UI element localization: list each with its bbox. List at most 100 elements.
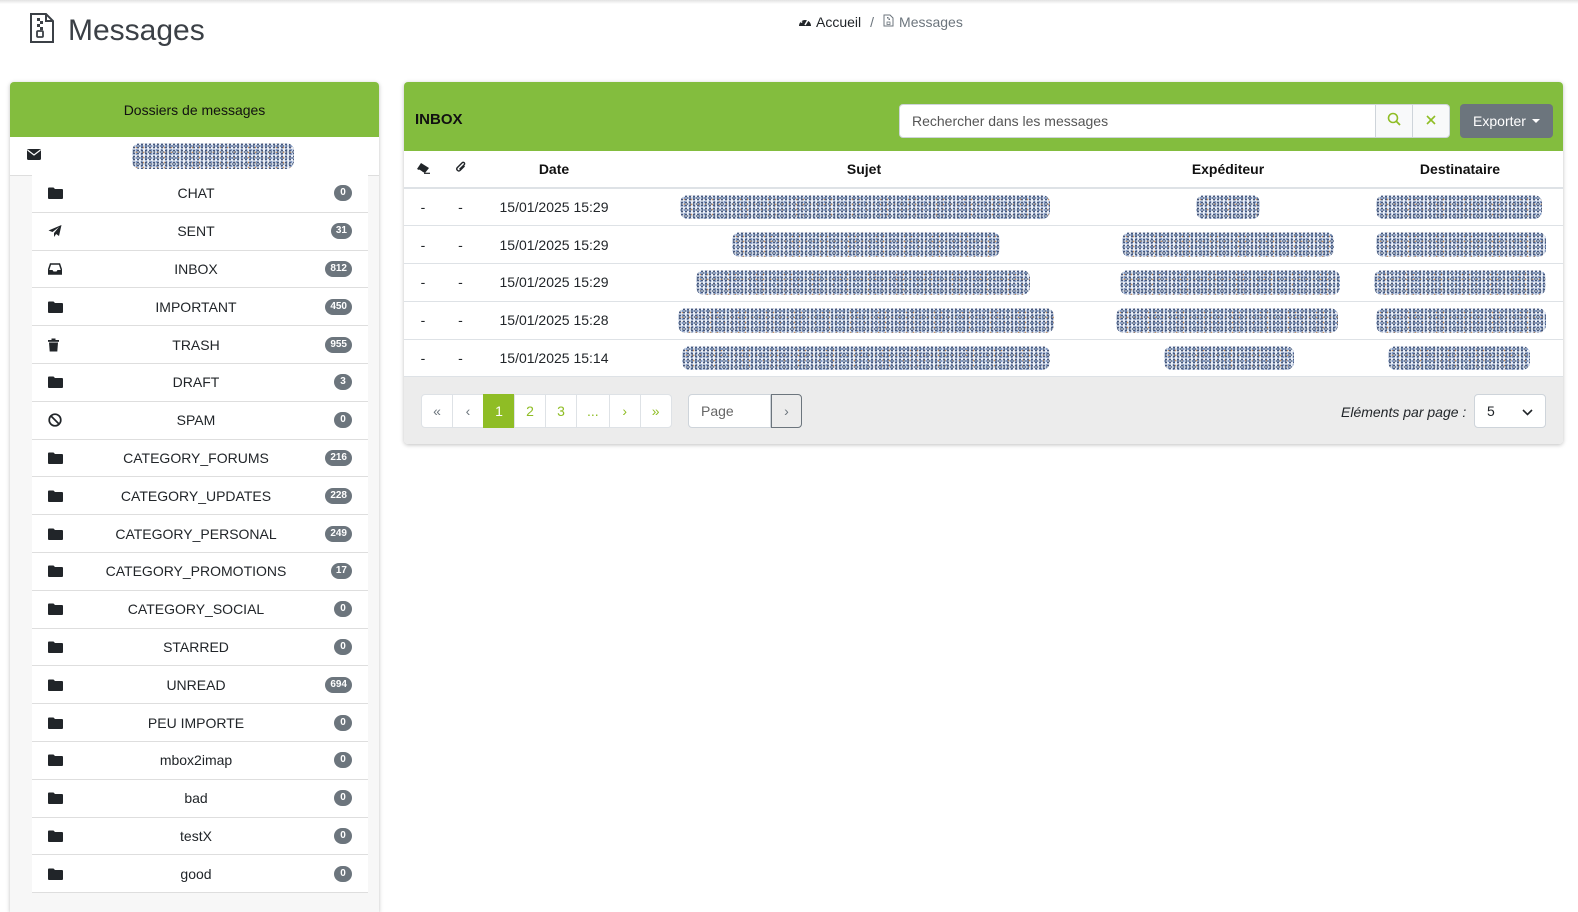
message-recipient [1357,263,1563,302]
search-group [899,104,1450,138]
folder-item-bad[interactable]: bad 0 [32,779,368,818]
message-date: 15/01/2025 15:14 [479,339,629,378]
previous-page-button[interactable]: ‹ [452,394,484,428]
folder-item-trash[interactable]: TRASH 955 [32,326,368,364]
folder-item-category-updates[interactable]: CATEGORY_UPDATES 228 [32,477,368,516]
folder-count-badge: 0 [334,752,352,769]
redacted-sender [1120,270,1340,295]
message-read-status: - [404,188,442,227]
folder-item-inbox[interactable]: INBOX 812 [32,250,368,289]
folders-panel-header: Dossiers de messages [10,82,379,137]
message-attachment: - [442,301,479,340]
message-read-status: - [404,301,442,340]
message-sender [1099,225,1357,265]
close-icon [1426,112,1436,130]
column-read-status[interactable] [404,151,442,189]
folder-item-category-promotions[interactable]: CATEGORY_PROMOTIONS 17 [32,552,368,591]
folder-item-good[interactable]: good 0 [32,855,368,894]
export-dropdown-button[interactable]: Exporter [1460,104,1553,138]
message-subject [629,263,1099,302]
envelope-icon [27,147,41,165]
message-row[interactable]: - -15/01/2025 15:29 [404,263,1563,302]
pagination-ellipsis[interactable]: ... [576,394,610,428]
folder-item-testx[interactable]: testX 0 [32,817,368,856]
folder-item-starred[interactable]: STARRED 0 [32,628,368,667]
last-page-button[interactable]: » [639,394,672,428]
folder-item-mbox2imap[interactable]: mbox2imap 0 [32,741,368,780]
folder-name: CHAT [177,185,215,202]
folder-name: CATEGORY_SOCIAL [127,601,265,618]
message-attachment: - [442,225,479,265]
message-read-status: - [404,339,442,378]
column-date[interactable]: Date [479,151,629,189]
column-attachment[interactable] [442,151,479,189]
folder-item-category-personal[interactable]: CATEGORY_PERSONAL 249 [32,515,368,553]
message-attachment: - [442,263,479,302]
folders-panel-title: Dossiers de messages [123,101,266,118]
breadcrumb: Accueil / Messages [798,14,963,30]
folder-count-badge: 3 [334,374,352,391]
message-subject [629,188,1099,227]
folder-item-category-social[interactable]: CATEGORY_SOCIAL 0 [32,590,368,629]
eraser-icon [416,161,430,177]
redacted-recipient [1376,307,1546,333]
message-search-input[interactable] [899,104,1376,138]
folder-item-peu-importe[interactable]: PEU IMPORTE 0 [32,704,368,742]
folder-item-unread[interactable]: UNREAD 694 [32,666,368,705]
message-recipient [1357,225,1563,265]
page-3-button[interactable]: 3 [545,394,577,428]
message-date: 15/01/2025 15:29 [479,225,629,265]
folder-name: mbox2imap [159,752,233,769]
message-row[interactable]: - -15/01/2025 15:29 [404,188,1563,227]
folder-name: STARRED [163,638,229,655]
redacted-recipient [1376,195,1542,220]
message-subject [629,339,1099,378]
redacted-sender [1164,345,1294,371]
column-subject[interactable]: Sujet [629,151,1099,189]
message-row[interactable]: - -15/01/2025 15:14 [404,339,1563,378]
message-attachment: - [442,188,479,227]
page-jump-group: › [688,394,802,428]
folder-count-badge: 0 [334,185,352,202]
folder-count-badge: 955 [325,336,352,353]
items-per-page-select[interactable]: 5 [1474,394,1546,428]
column-sender[interactable]: Expéditeur [1099,151,1357,189]
folder-item-important[interactable]: IMPORTANT 450 [32,288,368,327]
folder-item-chat[interactable]: CHAT 0 [32,175,368,213]
folder-item-category-forums[interactable]: CATEGORY_FORUMS 216 [32,439,368,478]
mail-account-row[interactable] [10,137,379,176]
folder-name: bad [184,790,208,807]
redacted-sender [1122,232,1334,258]
search-button[interactable] [1376,104,1413,138]
redacted-account-name [132,143,294,169]
page-number-input[interactable] [688,394,771,428]
column-recipient[interactable]: Destinataire [1357,151,1563,189]
folder-item-spam[interactable]: SPAM 0 [32,401,368,440]
folder-count-badge: 694 [325,676,352,693]
redacted-subject [732,232,1000,258]
folder-item-draft[interactable]: DRAFT 3 [32,363,368,402]
go-to-page-button[interactable]: › [771,394,802,428]
breadcrumb-separator: / [870,14,875,30]
breadcrumb-home-label: Accueil [816,14,862,30]
folder-count-badge: 249 [325,525,352,542]
folder-list: CHAT 0 SENT 31 INBOX 812 IMPORTANT 450 TRASH 955 D… [32,175,368,894]
page-2-button[interactable]: 2 [514,394,546,428]
message-row[interactable]: - -15/01/2025 15:28 [404,301,1563,340]
clear-search-button[interactable] [1413,104,1450,138]
first-page-button[interactable]: « [421,394,453,428]
breadcrumb-home[interactable]: Accueil [798,14,861,30]
folder-count-badge: 0 [334,412,352,429]
file-zipper-small-icon [883,14,894,30]
page-1-button[interactable]: 1 [483,394,515,428]
folder-count-badge: 0 [334,827,352,844]
redacted-subject [678,307,1054,333]
redacted-recipient [1388,345,1530,371]
folder-name: SENT [177,223,215,240]
redacted-subject [680,195,1050,220]
message-row[interactable]: - -15/01/2025 15:29 [404,225,1563,265]
message-date: 15/01/2025 15:29 [479,263,629,302]
next-page-button[interactable]: › [608,394,641,428]
folder-item-sent[interactable]: SENT 31 [32,212,368,251]
file-zipper-icon [28,12,56,49]
